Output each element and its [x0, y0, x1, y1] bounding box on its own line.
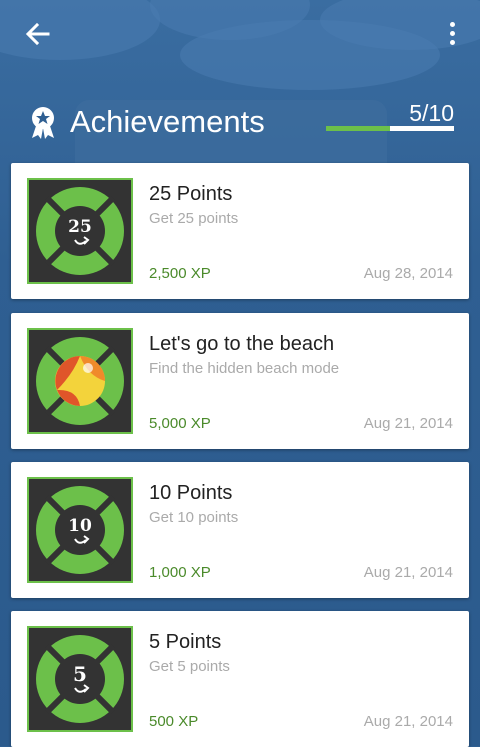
- achievement-xp: 1,000 XP: [149, 564, 211, 581]
- achievement-badge: 5: [27, 626, 133, 732]
- points-badge-icon: 5: [36, 635, 124, 723]
- achievements-progress-bar: [326, 126, 454, 131]
- svg-text:5: 5: [73, 662, 87, 686]
- achievements-count: 5/10: [409, 100, 454, 126]
- achievements-header: Achievements 5/10: [28, 100, 454, 150]
- achievement-date: Aug 21, 2014: [363, 713, 453, 730]
- svg-text:25: 25: [68, 217, 92, 237]
- arrow-left-icon: [25, 22, 50, 46]
- achievement-name: Let's go to the beach: [149, 333, 335, 355]
- points-badge-icon: 25: [36, 187, 124, 275]
- achievement-description: Find the hidden beach mode: [149, 360, 340, 377]
- achievement-xp: 2,500 XP: [149, 265, 211, 282]
- achievement-description: Get 5 points: [149, 658, 230, 675]
- top-bar: [0, 0, 480, 70]
- achievement-badge: 10: [27, 477, 133, 583]
- more-vertical-icon: [449, 22, 455, 27]
- achievement-card[interactable]: Let's go to the beach Find the hidden be…: [11, 313, 469, 449]
- overflow-menu-button[interactable]: [444, 22, 460, 48]
- achievement-name: 5 Points: [149, 631, 222, 653]
- progress-fill: [326, 126, 390, 131]
- beach-ball-icon: [36, 337, 124, 425]
- page-title: Achievements: [70, 104, 265, 139]
- points-badge-icon: 10: [36, 486, 124, 574]
- achievement-description: Get 10 points: [149, 509, 239, 526]
- achievement-card[interactable]: 25 25 Points Get 25 points 2,500 XP Aug …: [11, 163, 469, 299]
- achievement-badge: [27, 328, 133, 434]
- achievement-date: Aug 21, 2014: [363, 564, 453, 581]
- achievement-xp: 5,000 XP: [149, 415, 211, 432]
- achievement-date: Aug 21, 2014: [363, 415, 453, 432]
- award-icon: [32, 107, 54, 139]
- achievement-description: Get 25 points: [149, 210, 239, 227]
- achievement-xp: 500 XP: [149, 713, 199, 730]
- achievement-card[interactable]: 5 5 Points Get 5 points 500 XP Aug 21, 2…: [11, 611, 469, 747]
- achievement-name: 25 Points: [149, 183, 233, 205]
- back-button[interactable]: [22, 18, 54, 50]
- svg-text:10: 10: [68, 516, 92, 536]
- achievement-date: Aug 28, 2014: [363, 265, 453, 282]
- achievement-badge: 25: [27, 178, 133, 284]
- achievement-name: 10 Points: [149, 482, 233, 504]
- achievement-card[interactable]: 10 10 Points Get 10 points 1,000 XP Aug …: [11, 462, 469, 598]
